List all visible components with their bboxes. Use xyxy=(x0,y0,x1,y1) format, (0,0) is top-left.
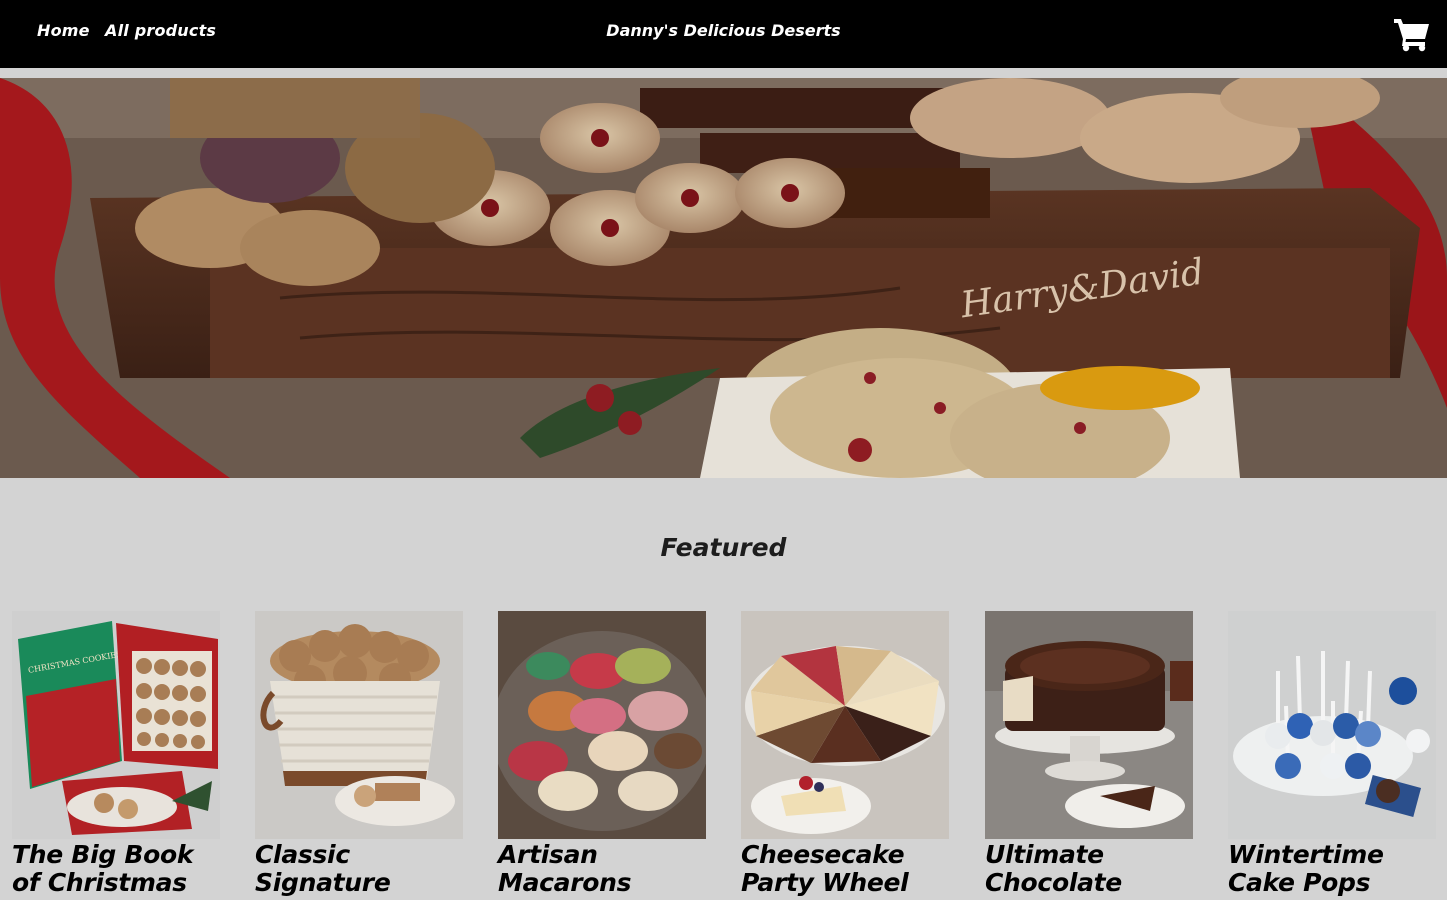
product-image[interactable] xyxy=(1228,611,1436,839)
product-card[interactable]: Cheesecake Party Wheel xyxy=(741,611,951,897)
top-navigation-bar: Home All products Danny's Delicious Dese… xyxy=(0,0,1447,68)
product-name[interactable]: Artisan Macarons xyxy=(498,841,708,897)
nav-all-products-link[interactable]: All products xyxy=(105,21,216,40)
hero-banner-image: Harry&David xyxy=(0,78,1447,478)
cart-button[interactable] xyxy=(1393,16,1431,52)
product-image[interactable] xyxy=(741,611,949,839)
product-card[interactable]: Classic Signature Cookie Gift xyxy=(255,611,465,900)
nav-home-link[interactable]: Home xyxy=(37,21,90,40)
product-image[interactable]: CHRISTMAS COOKIES xyxy=(12,611,220,839)
cart-icon xyxy=(1394,19,1429,52)
product-image[interactable] xyxy=(985,611,1193,839)
product-image[interactable] xyxy=(255,611,463,839)
product-name[interactable]: Classic Signature Cookie Gift xyxy=(255,841,465,900)
product-image[interactable] xyxy=(498,611,706,839)
product-card[interactable]: Ultimate Chocolate Cake xyxy=(985,611,1195,900)
product-name[interactable]: Ultimate Chocolate Cake xyxy=(985,841,1195,900)
product-card[interactable]: CHRISTMAS COOKIES The Big Book of Christ… xyxy=(12,611,222,900)
product-name[interactable]: The Big Book of Christmas Cookies xyxy=(12,841,222,900)
featured-section-title: Featured xyxy=(660,533,787,562)
site-brand: Danny's Delicious Deserts xyxy=(606,21,841,40)
product-name[interactable]: Wintertime Cake Pops xyxy=(1228,841,1438,897)
product-card[interactable]: Artisan Macarons xyxy=(498,611,708,897)
product-card[interactable]: Wintertime Cake Pops xyxy=(1228,611,1438,897)
product-name[interactable]: Cheesecake Party Wheel xyxy=(741,841,951,897)
